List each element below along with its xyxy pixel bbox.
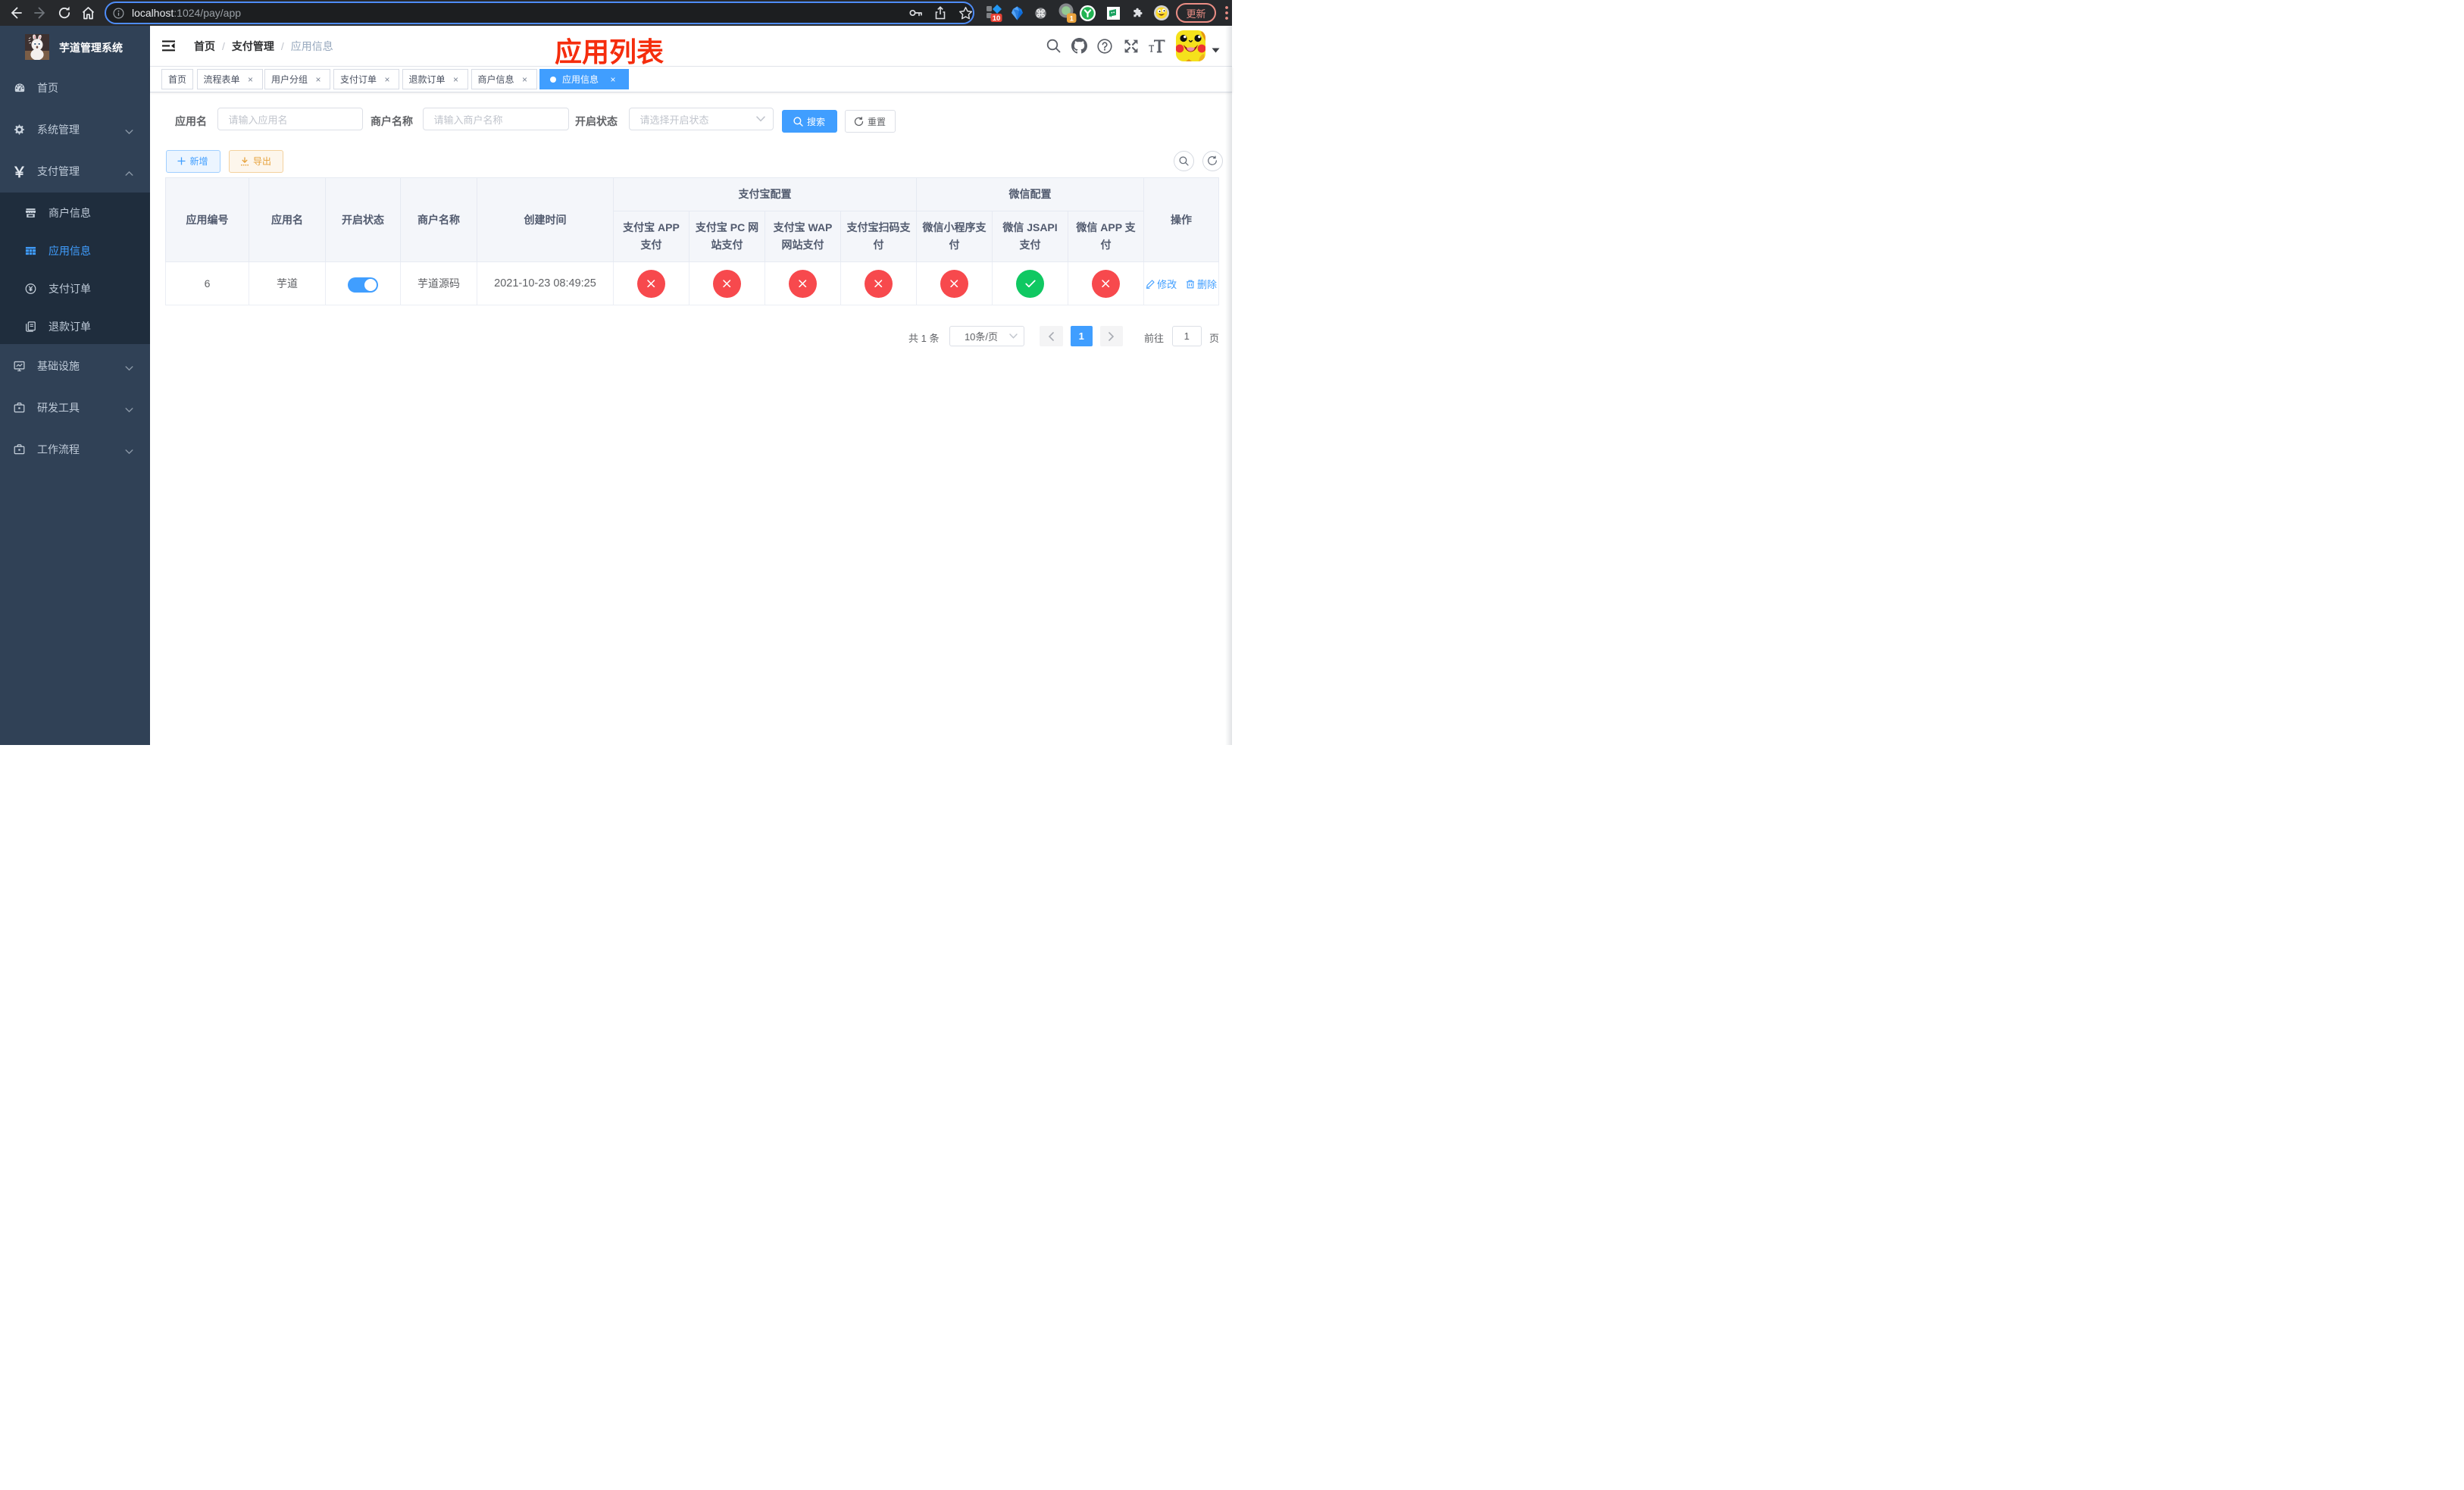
svg-text:10: 10 bbox=[993, 14, 1001, 23]
svg-text:1: 1 bbox=[1070, 14, 1074, 23]
